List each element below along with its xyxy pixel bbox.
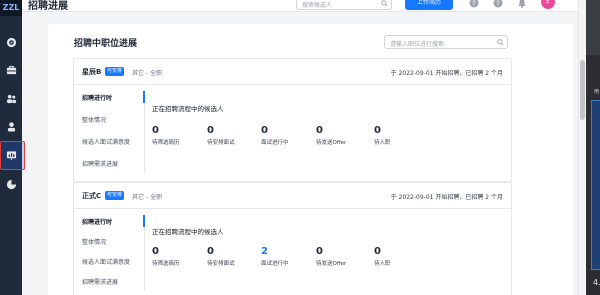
position-meta: 其它 - 全职 [132, 70, 162, 77]
stat-label: 待筛选简历 [152, 140, 180, 146]
briefcase-icon [6, 65, 16, 74]
background-window-text: 4. [593, 278, 600, 287]
info-icon[interactable]: ? [493, 0, 503, 8]
sidebar-item-reports[interactable] [3, 176, 19, 192]
bell-icon[interactable] [517, 0, 527, 8]
stat-pending-interview[interactable]: 0 待安排面试 [207, 125, 255, 146]
stat-value: 0 [207, 246, 214, 257]
tab-in-progress[interactable]: 招聘进行时 [82, 93, 112, 102]
position-card-header: 正式C 可安排 其它 - 全职 于 2022-09-01 开始招聘，已招聘 2 … [74, 183, 511, 209]
stat-label: 待发送Offer [316, 261, 347, 267]
svg-text:?: ? [496, 0, 500, 8]
tab-overview[interactable]: 整体情况 [82, 115, 106, 124]
status-badge: 可安排 [105, 67, 125, 76]
help-icon[interactable]: ? [469, 0, 479, 8]
avatar[interactable]: E [541, 0, 555, 9]
tab-active-indicator [143, 215, 145, 227]
chart-board-icon [6, 150, 16, 160]
top-header: 招聘进展 搜索候选人 上传简历 ? ? E [22, 0, 578, 12]
stat-label: 待安排面试 [207, 140, 235, 146]
sidebar-item-user[interactable] [3, 118, 19, 134]
users-icon [6, 94, 16, 103]
user-icon [7, 121, 15, 132]
stat-value: 0 [374, 246, 381, 257]
tab-overview[interactable]: 整体情况 [82, 237, 106, 246]
target-icon [6, 37, 16, 47]
stat-pending-screen[interactable]: 0 待筛选简历 [152, 125, 200, 146]
stat-pending-offer[interactable]: 0 待发送Offer [316, 246, 364, 267]
position-search-input[interactable]: 请输入职位进行搜索 [384, 35, 508, 49]
stat-label: 待入职 [374, 140, 391, 146]
tab-demand-progress[interactable]: 招聘需求进展 [82, 277, 118, 286]
sidebar: ZZL [0, 0, 25, 295]
position-card-header: 星辰B 可安排 其它 - 全职 于 2022-09-01 开始招聘，已招聘 2 … [74, 59, 511, 85]
stat-label: 待筛选简历 [152, 261, 180, 267]
vertical-scrollbar[interactable] [578, 0, 586, 295]
position-name[interactable]: 星辰B [82, 67, 101, 77]
stat-value: 0 [261, 125, 268, 136]
stat-value: 0 [152, 125, 159, 136]
position-card: 星辰B 可安排 其它 - 全职 于 2022-09-01 开始招聘，已招聘 2 … [73, 58, 512, 182]
sidebar-item-positions[interactable] [3, 62, 19, 78]
main-panel: 招聘中职位进展 请输入职位进行搜索 星辰B 可安排 其它 - 全职 于 2022… [48, 24, 573, 295]
background-window-pane [591, 100, 600, 270]
stat-interviewing[interactable]: 0 面试进行中 [261, 125, 309, 146]
status-badge: 可安排 [105, 191, 125, 200]
search-icon [381, 0, 388, 7]
scrollbar-thumb[interactable] [580, 60, 585, 120]
tab-interview-satisfaction[interactable]: 候选人面试满意度 [82, 257, 130, 266]
sidebar-item-candidates[interactable] [3, 90, 19, 106]
stat-value: 0 [316, 125, 323, 136]
tab-divider [144, 91, 145, 173]
candidate-search-input[interactable]: 搜索候选人 [296, 0, 392, 10]
stat-label: 待安排面试 [207, 261, 235, 267]
stat-label: 面试进行中 [261, 261, 289, 267]
stat-value: 0 [207, 125, 214, 136]
background-window: 用 4. [586, 0, 600, 295]
position-date: 于 2022-09-01 开始招聘，已招聘 2 个月 [390, 70, 503, 77]
tab-interview-satisfaction[interactable]: 候选人面试满意度 [82, 137, 130, 146]
upload-resume-button[interactable]: 上传简历 [405, 0, 453, 10]
tab-demand-progress[interactable]: 招聘需求进展 [82, 159, 118, 168]
stat-value: 2 [261, 246, 268, 257]
position-card: 正式C 可安排 其它 - 全职 于 2022-09-01 开始招聘，已招聘 2 … [73, 182, 512, 295]
search-icon [497, 39, 504, 46]
stat-label: 待入职 [374, 261, 391, 267]
app-window: ZZL 招聘进展 搜索候选人 上传简历 ? ? E 招聘中职位进展 请输入职位进… [0, 0, 600, 295]
stat-label: 待发送Offer [316, 140, 347, 146]
stat-pending-interview[interactable]: 0 待安排面试 [207, 246, 255, 267]
candidate-search-placeholder: 搜索候选人 [302, 2, 333, 9]
stat-pending-onboard[interactable]: 0 待入职 [374, 246, 422, 267]
stat-label: 面试进行中 [261, 140, 289, 146]
tab-active-indicator [143, 91, 145, 103]
sidebar-item-progress[interactable] [3, 147, 19, 163]
position-date: 于 2022-09-01 开始招聘，已招聘 2 个月 [390, 194, 503, 201]
tab-in-progress[interactable]: 招聘进行时 [82, 217, 112, 226]
sidebar-item-target[interactable] [3, 34, 19, 50]
main-heading: 招聘中职位进展 [74, 39, 138, 49]
flow-title: 正在招聘流程中的候选人 [152, 228, 224, 236]
background-window-top [586, 0, 600, 55]
stat-interviewing[interactable]: 2 面试进行中 [261, 246, 309, 267]
svg-text:?: ? [472, 0, 476, 8]
page-title: 招聘进展 [28, 1, 68, 12]
stat-pending-screen[interactable]: 0 待筛选简历 [152, 246, 200, 267]
stat-pending-offer[interactable]: 0 待发送Offer [316, 125, 364, 146]
stat-value: 0 [152, 246, 159, 257]
stat-value: 0 [374, 125, 381, 136]
flow-title: 正在招聘流程中的候选人 [152, 105, 224, 113]
pie-chart-icon [6, 179, 16, 189]
position-meta: 其它 - 全职 [132, 194, 162, 201]
stat-pending-onboard[interactable]: 0 待入职 [374, 125, 422, 146]
position-name[interactable]: 正式C [82, 191, 101, 201]
stat-value: 0 [316, 246, 323, 257]
app-logo: ZZL [0, 0, 22, 16]
position-search-placeholder: 请输入职位进行搜索 [390, 41, 445, 48]
background-window-label: 用 [594, 89, 600, 95]
